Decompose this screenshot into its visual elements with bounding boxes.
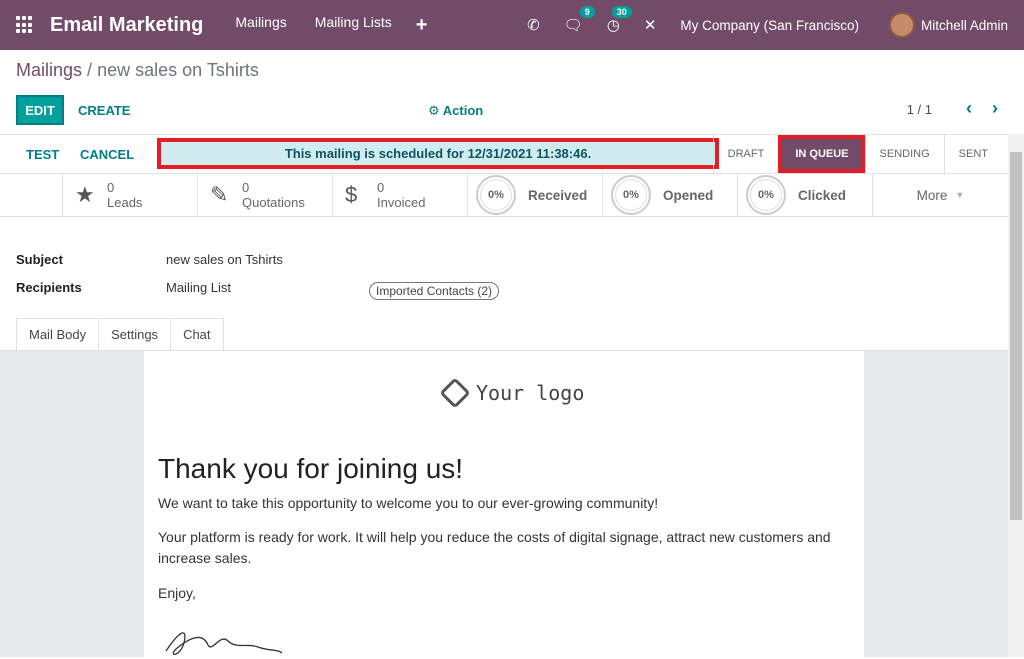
dollar-icon: $ xyxy=(345,182,358,207)
more-label: More xyxy=(916,187,948,203)
stage-sending[interactable]: SENDING xyxy=(864,135,944,173)
mail-paragraph-enjoy: Enjoy, xyxy=(158,585,196,601)
apps-menu-icon[interactable] xyxy=(16,16,34,34)
invoiced-count: 0 xyxy=(377,180,385,195)
quotations-label: Quotations xyxy=(242,195,305,210)
recipients-label: Recipients xyxy=(16,280,82,295)
edit-button[interactable]: EDIT xyxy=(16,95,64,125)
activity-badge: 30 xyxy=(611,6,632,18)
smart-button-box: ★ 0 Leads ✎ 0 Quotations $ 0 Invoiced 0% Re… xyxy=(0,174,1008,217)
breadcrumb-separator: / xyxy=(87,60,93,80)
mail-heading: Thank you for joining us! xyxy=(158,453,464,484)
user-menu[interactable]: Mitchell Admin xyxy=(921,18,1008,33)
create-button[interactable]: CREATE xyxy=(78,103,130,118)
tab-mail-body[interactable]: Mail Body xyxy=(16,318,100,351)
button-box-spacer xyxy=(0,174,63,216)
menu-item-mailings[interactable]: Mailings xyxy=(221,14,300,37)
notebook-tabs: Mail Body Settings Chat xyxy=(16,318,224,351)
stage-in-queue[interactable]: IN QUEUE xyxy=(778,135,865,173)
logo-mark-icon xyxy=(439,377,471,409)
mail-content[interactable]: Your logo Thank you for joining us! We w… xyxy=(144,351,864,657)
clicked-button[interactable]: 0% Clicked xyxy=(738,174,873,216)
chevron-left-icon[interactable]: ‹ xyxy=(966,98,972,119)
pager-value[interactable]: 1 / 1 xyxy=(907,102,932,117)
status-bar: TEST CANCEL This mailing is scheduled fo… xyxy=(0,134,1008,174)
action-label: Action xyxy=(442,103,484,118)
stage-draft[interactable]: DRAFT xyxy=(712,135,779,173)
caret-down-icon: ▼ xyxy=(955,190,965,200)
more-button[interactable]: More ▼ xyxy=(873,174,1008,216)
systray: ✆ 🗨 9 ◷ 30 ✕ My Company (San Francisco) Mi… xyxy=(515,0,1024,50)
avatar[interactable] xyxy=(888,12,915,38)
tab-chat[interactable]: Chat xyxy=(170,318,224,351)
recipients-value[interactable]: Mailing List xyxy=(166,280,231,295)
leads-label: Leads xyxy=(107,195,143,210)
action-menu[interactable]: ⚙ Action xyxy=(428,103,483,119)
edit-icon: ✎ xyxy=(210,182,229,207)
schedule-alert: This mailing is scheduled for 12/31/2021… xyxy=(157,138,719,169)
opened-label: Opened xyxy=(663,187,714,203)
clicked-percent: 0% xyxy=(746,175,786,215)
logo: Your logo xyxy=(439,377,585,409)
top-navbar: Email Marketing Mailings Mailing Lists +… xyxy=(0,0,1024,50)
mail-body-editor: Your logo Thank you for joining us! We w… xyxy=(0,351,1008,657)
main-menu: Mailings Mailing Lists + xyxy=(221,14,437,37)
tab-settings[interactable]: Settings xyxy=(98,318,172,351)
opened-percent: 0% xyxy=(611,175,651,215)
test-button[interactable]: TEST xyxy=(26,147,59,162)
company-switcher[interactable]: My Company (San Francisco) xyxy=(680,18,859,33)
stage-pipeline: DRAFT IN QUEUE SENDING SENT xyxy=(712,135,1002,173)
debug-tools-icon[interactable]: ✕ xyxy=(644,16,657,34)
gear-icon: ⚙ xyxy=(428,103,443,118)
cancel-button[interactable]: CANCEL xyxy=(80,147,134,162)
recipients-tag[interactable]: Imported Contacts (2) xyxy=(369,282,500,300)
invoiced-label: Invoiced xyxy=(377,195,426,210)
invoiced-button[interactable]: $ 0 Invoiced xyxy=(333,174,468,216)
app-title[interactable]: Email Marketing xyxy=(50,14,203,37)
stage-sent[interactable]: SENT xyxy=(943,135,1002,173)
scrollbar-thumb[interactable] xyxy=(1010,152,1022,520)
logo-text: Your logo xyxy=(476,381,585,405)
plus-icon[interactable]: + xyxy=(406,14,438,37)
mail-paragraph-welcome: We want to take this opportunity to welc… xyxy=(158,495,659,511)
chat-icon[interactable]: 🗨 9 xyxy=(564,6,595,34)
breadcrumb-mailings[interactable]: Mailings xyxy=(16,60,82,80)
chevron-right-icon[interactable]: › xyxy=(992,98,998,119)
quotations-button[interactable]: ✎ 0 Quotations xyxy=(198,174,333,216)
received-button[interactable]: 0% Received xyxy=(468,174,603,216)
menu-item-mailing-lists[interactable]: Mailing Lists xyxy=(301,14,406,37)
subject-label: Subject xyxy=(16,252,63,267)
breadcrumb: Mailings / new sales on Tshirts xyxy=(16,60,259,81)
clicked-label: Clicked xyxy=(798,187,847,203)
chat-badge: 9 xyxy=(579,6,595,18)
leads-count: 0 xyxy=(107,180,115,195)
signature-image xyxy=(165,632,283,655)
quotations-count: 0 xyxy=(242,180,250,195)
subject-value[interactable]: new sales on Tshirts xyxy=(166,252,283,267)
star-icon: ★ xyxy=(75,182,95,207)
leads-button[interactable]: ★ 0 Leads xyxy=(63,174,198,216)
opened-button[interactable]: 0% Opened xyxy=(603,174,738,216)
received-percent: 0% xyxy=(476,175,516,215)
activity-clock-icon[interactable]: ◷ 30 xyxy=(607,6,632,34)
received-label: Received xyxy=(528,187,588,203)
mail-paragraph-platform: Your platform is ready for work. It will… xyxy=(158,529,831,566)
breadcrumb-current: new sales on Tshirts xyxy=(97,60,259,80)
phone-icon[interactable]: ✆ xyxy=(527,16,540,34)
